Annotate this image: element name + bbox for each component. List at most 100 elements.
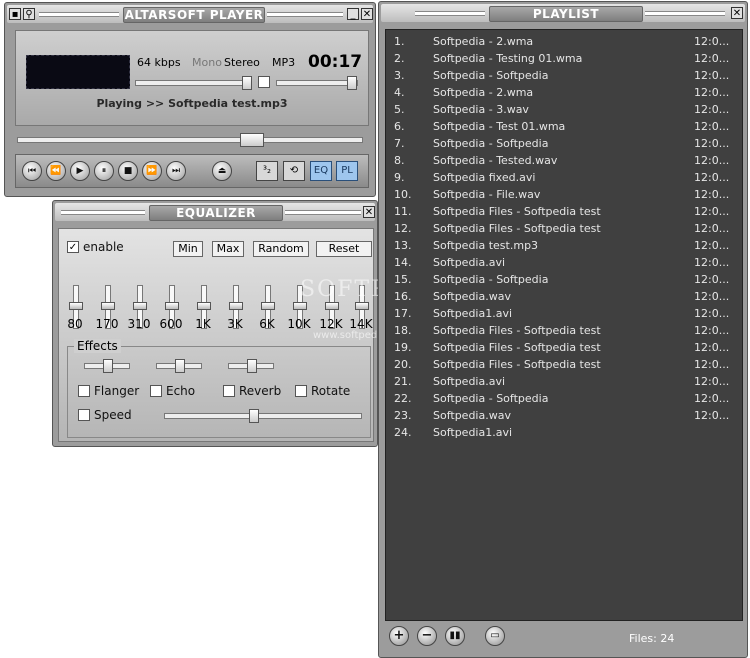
list-item[interactable]: 13. Softpedia test.mp3 12:0... xyxy=(386,238,742,255)
item-title: Softpedia.avi xyxy=(433,375,506,388)
pause-icon[interactable]: ⏸ xyxy=(94,161,114,181)
list-item[interactable]: 16. Softpedia.wav 12:0... xyxy=(386,289,742,306)
eq-band-knob[interactable] xyxy=(165,302,179,310)
echo-checkbox[interactable] xyxy=(150,385,162,397)
play-icon[interactable]: ▶ xyxy=(70,161,90,181)
item-number: 11. xyxy=(394,205,412,218)
list-item[interactable]: 1. Softpedia - 2.wma 12:0... xyxy=(386,34,742,51)
flanger-knob[interactable] xyxy=(103,359,113,373)
time-display: 00:17 xyxy=(308,52,363,72)
playlist-titlebar[interactable]: PLAYLIST ✕ xyxy=(381,4,745,22)
list-item[interactable]: 23. Softpedia.wav 12:0... xyxy=(386,408,742,425)
list-item[interactable]: 15. Softpedia - Softpedia 12:0... xyxy=(386,272,742,289)
flanger-slider[interactable] xyxy=(84,359,130,373)
item-duration: 12:0... xyxy=(694,171,730,184)
list-item[interactable]: 18. Softpedia Files - Softpedia test 12:0.… xyxy=(386,323,742,340)
eq-band-knob[interactable] xyxy=(355,302,369,310)
echo-slider[interactable] xyxy=(156,359,202,373)
reverb-checkbox[interactable] xyxy=(223,385,235,397)
rewind-icon[interactable]: ⏪ xyxy=(46,161,66,181)
speed-knob[interactable] xyxy=(249,409,259,423)
volume-slider[interactable] xyxy=(135,76,252,90)
reverb-knob[interactable] xyxy=(247,359,257,373)
close-icon[interactable]: ✕ xyxy=(361,8,373,20)
seek-bar[interactable] xyxy=(17,133,363,147)
list-item[interactable]: 10. Softpedia - File.wav 12:0... xyxy=(386,187,742,204)
balance-knob[interactable] xyxy=(347,76,357,90)
eq-band-knob[interactable] xyxy=(261,302,275,310)
volume-knob[interactable] xyxy=(242,76,252,90)
min-button[interactable]: Min xyxy=(173,241,203,257)
eq-band-knob[interactable] xyxy=(229,302,243,310)
repeat-icon[interactable]: ⟲ xyxy=(283,161,305,181)
list-item[interactable]: 21. Softpedia.avi 12:0... xyxy=(386,374,742,391)
search-icon[interactable]: ⚲ xyxy=(23,8,35,20)
pl-toggle-button[interactable]: PL xyxy=(336,161,358,181)
item-title: Softpedia Files - Softpedia test xyxy=(433,341,601,354)
eq-band-knob[interactable] xyxy=(69,302,83,310)
list-item[interactable]: 6. Softpedia - Test 01.wma 12:0... xyxy=(386,119,742,136)
list-item[interactable]: 14. Softpedia.avi 12:0... xyxy=(386,255,742,272)
list-item[interactable]: 5. Softpedia - 3.wav 12:0... xyxy=(386,102,742,119)
rotate-checkbox[interactable] xyxy=(295,385,307,397)
visualizer[interactable] xyxy=(26,55,130,89)
list-item[interactable]: 3. Softpedia - Softpedia 12:0... xyxy=(386,68,742,85)
item-number: 18. xyxy=(394,324,412,337)
enable-checkbox[interactable]: ✓ xyxy=(67,241,79,253)
speed-checkbox[interactable] xyxy=(78,409,90,421)
item-duration: 12:0... xyxy=(694,52,730,65)
speed-slider[interactable] xyxy=(164,409,362,423)
list-item[interactable]: 12. Softpedia Files - Softpedia test 12:0.… xyxy=(386,221,742,238)
seek-knob[interactable] xyxy=(240,133,264,147)
skip-forward-icon[interactable]: ⏭ xyxy=(166,161,186,181)
item-duration: 12:0... xyxy=(694,307,730,320)
reverb-slider[interactable] xyxy=(228,359,274,373)
close-icon[interactable]: ✕ xyxy=(731,7,743,19)
list-item[interactable]: 20. Softpedia Files - Softpedia test 12:0.… xyxy=(386,357,742,374)
list-item[interactable]: 24. Softpedia1.avi xyxy=(386,425,742,442)
list-item[interactable]: 7. Softpedia - Softpedia 12:0... xyxy=(386,136,742,153)
folder-icon[interactable]: ▭ xyxy=(485,626,505,646)
list-item[interactable]: 22. Softpedia - Softpedia 12:0... xyxy=(386,391,742,408)
list-item[interactable]: 8. Softpedia - Tested.wav 12:0... xyxy=(386,153,742,170)
eq-band-knob[interactable] xyxy=(293,302,307,310)
fast-forward-icon[interactable]: ⏩ xyxy=(142,161,162,181)
skip-back-icon[interactable]: ⏮ xyxy=(22,161,42,181)
reset-button[interactable]: Reset xyxy=(316,241,372,257)
eq-band-knob[interactable] xyxy=(101,302,115,310)
item-duration: 12:0... xyxy=(694,273,730,286)
minimize-icon[interactable]: _ xyxy=(347,8,359,20)
list-item[interactable]: 19. Softpedia Files - Softpedia test 12:0.… xyxy=(386,340,742,357)
close-icon[interactable]: ✕ xyxy=(363,206,375,218)
list-item[interactable]: 11. Softpedia Files - Softpedia test 12:0.… xyxy=(386,204,742,221)
random-button[interactable]: Random xyxy=(253,241,309,257)
item-number: 8. xyxy=(394,154,405,167)
remove-icon[interactable]: − xyxy=(417,626,437,646)
echo-knob[interactable] xyxy=(175,359,185,373)
shuffle-icon[interactable]: ³₂ xyxy=(256,161,278,181)
eq-band-knob[interactable] xyxy=(325,302,339,310)
playlist-list[interactable]: 1. Softpedia - 2.wma 12:0... 2. Softpedia -… xyxy=(385,29,743,621)
eject-icon[interactable]: ⏏ xyxy=(212,161,232,181)
list-item[interactable]: 2. Softpedia - Testing 01.wma 12:0... xyxy=(386,51,742,68)
eq-toggle-button[interactable]: EQ xyxy=(310,161,332,181)
balance-slider[interactable] xyxy=(276,76,358,90)
sort-icon[interactable]: ▮▮ xyxy=(445,626,465,646)
band-label: 80 xyxy=(67,317,83,331)
list-item[interactable]: 9. Softpedia fixed.avi 12:0... xyxy=(386,170,742,187)
eq-band-knob[interactable] xyxy=(133,302,147,310)
max-button[interactable]: Max xyxy=(212,241,244,257)
app-menu-icon[interactable]: ▪ xyxy=(9,8,21,20)
flanger-checkbox[interactable] xyxy=(78,385,90,397)
list-item[interactable]: 17. Softpedia1.avi 12:0... xyxy=(386,306,742,323)
item-title: Softpedia - 2.wma xyxy=(433,86,534,99)
eq-band-knob[interactable] xyxy=(197,302,211,310)
stop-icon[interactable]: ■ xyxy=(118,161,138,181)
list-item[interactable]: 4. Softpedia - 2.wma 12:0... xyxy=(386,85,742,102)
player-titlebar[interactable]: ▪ ⚲ ALTARSOFT PLAYER _ ✕ xyxy=(7,5,373,23)
add-icon[interactable]: + xyxy=(389,626,409,646)
item-title: Softpedia - Softpedia xyxy=(433,392,549,405)
rotate-label: Rotate xyxy=(311,384,351,398)
equalizer-titlebar[interactable]: EQUALIZER ✕ xyxy=(55,203,375,221)
mute-toggle[interactable] xyxy=(258,76,270,88)
